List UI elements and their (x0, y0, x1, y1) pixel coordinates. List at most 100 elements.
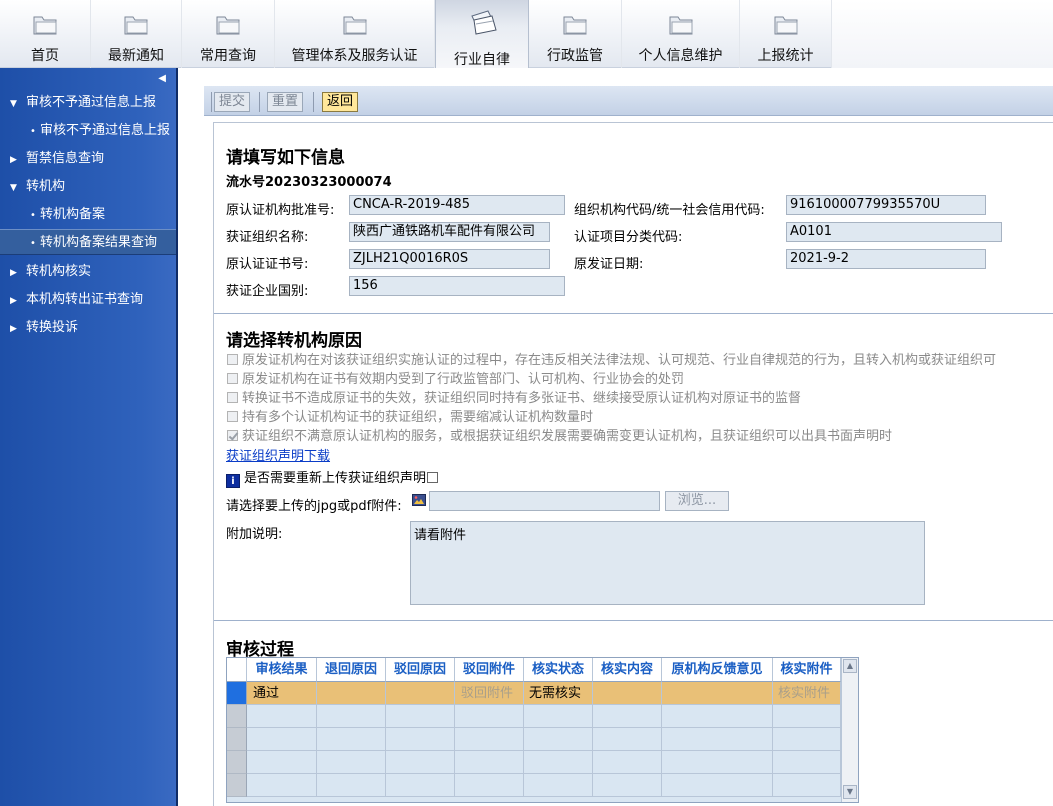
table-cell (455, 774, 524, 797)
tab-home[interactable]: 首页 (0, 0, 91, 68)
folder-icon (32, 12, 58, 36)
country-field[interactable]: 156 (349, 276, 565, 296)
row-selector[interactable] (227, 728, 247, 751)
tab-common-query[interactable]: 常用查询 (182, 0, 275, 68)
table-cell (386, 751, 455, 774)
reason-text: 原发证机构在证书有效期内受到了行政监管部门、认可机构、行业协会的处罚 (242, 372, 685, 387)
tab-management-system[interactable]: 管理体系及服务认证 (275, 0, 435, 68)
section-divider (214, 620, 1053, 621)
bullet-icon: • (30, 126, 36, 137)
column-header[interactable]: 驳回原因 (386, 658, 455, 682)
column-header[interactable]: 核实状态 (524, 658, 593, 682)
sidebar-group-transfer-verify[interactable]: ▶ 转机构核实 (0, 259, 176, 285)
orig-approval-field[interactable]: CNCA-R-2019-485 (349, 195, 565, 215)
upload-label: 请选择要上传的jpg或pdf附件: (226, 499, 402, 514)
tab-industry-self-discipline[interactable]: 行业自律 (435, 0, 529, 68)
tab-administrative-supervision[interactable]: 行政监管 (529, 0, 622, 68)
table-cell (386, 774, 455, 797)
sidebar-item-audit-report[interactable]: • 审核不予通过信息上报 (0, 118, 176, 144)
column-header[interactable]: 核实附件 (773, 658, 841, 682)
reject-attachment-link[interactable]: 驳回附件 (455, 682, 524, 705)
reason-checkbox-3[interactable]: 转换证书不造成原证书的失效，获证组织同时持有多张证书、继续接受原认证机构对原证书… (227, 387, 801, 406)
table-cell (773, 751, 841, 774)
table-cell (524, 705, 593, 728)
open-folder-icon (469, 8, 497, 35)
back-button[interactable]: 返回 (322, 92, 359, 112)
top-navigation: 首页 最新通知 常用查询 管理体系及服务认证 行业自律 行政监管 个人信息维护 (0, 0, 1053, 68)
column-header[interactable]: 原机构反馈意见 (662, 658, 773, 682)
info-icon: i (226, 474, 240, 488)
browse-button[interactable]: 浏览... (665, 491, 729, 511)
tab-latest-notice[interactable]: 最新通知 (91, 0, 182, 68)
reason-checkbox-4[interactable]: 持有多个认证机构证书的获证组织，需要缩减认证机构数量时 (227, 406, 593, 425)
file-path-input[interactable] (429, 491, 660, 511)
folder-icon (215, 12, 241, 36)
toolbar-separator (259, 92, 260, 112)
sidebar-item-transfer-filing-result[interactable]: • 转机构备案结果查询 (0, 229, 176, 255)
row-selector[interactable] (227, 705, 247, 728)
issue-date-field[interactable]: 2021-9-2 (786, 249, 986, 269)
column-header[interactable]: 退回原因 (317, 658, 386, 682)
org-name-field[interactable]: 陕西广通铁路机车配件有限公司 (349, 222, 550, 242)
note-textarea[interactable]: 请看附件 (410, 521, 925, 605)
sidebar-item-label: 转机构备案 (40, 207, 106, 222)
table-cell (455, 728, 524, 751)
verify-attachment-link[interactable]: 核实附件 (773, 682, 841, 705)
table-cell (386, 728, 455, 751)
table-cell (317, 682, 386, 705)
reason-checkbox-2[interactable]: 原发证机构在证书有效期内受到了行政监管部门、认可机构、行业协会的处罚 (227, 368, 684, 387)
cert-number-label: 原认证证书号: (226, 257, 309, 272)
table-cell (524, 751, 593, 774)
table-cell (247, 751, 317, 774)
tab-personal-info[interactable]: 个人信息维护 (622, 0, 740, 68)
table-cell (524, 728, 593, 751)
column-header[interactable]: 驳回附件 (455, 658, 524, 682)
reupload-checkbox[interactable] (427, 472, 439, 483)
serial-number: 流水号20230323000074 (226, 175, 392, 190)
column-header[interactable]: 审核结果 (247, 658, 317, 682)
tab-label: 上报统计 (757, 48, 814, 64)
tab-report-statistics[interactable]: 上报统计 (740, 0, 832, 68)
reason-checkbox-5[interactable]: 获证组织不满意原认证机构的服务，或根据获证组织发展需要确需变更认证机构，且获证组… (227, 425, 892, 444)
table-cell (662, 682, 773, 705)
tab-label: 个人信息维护 (638, 48, 723, 64)
table-cell (524, 774, 593, 797)
collapse-sidebar-icon[interactable]: ◀ (158, 73, 166, 84)
sidebar-group-audit-report[interactable]: ▼ 审核不予通过信息上报 (0, 90, 176, 116)
submit-button[interactable]: 提交 (214, 92, 251, 112)
transfer-form: 请填写如下信息 流水号20230323000074 原认证机构批准号: CNCA… (213, 122, 1053, 806)
table-header-corner (227, 658, 247, 682)
scroll-down-icon[interactable]: ▼ (843, 785, 857, 799)
sidebar-group-transfer[interactable]: ▼ 转机构 (0, 174, 176, 200)
row-selector[interactable] (227, 774, 247, 797)
chevron-down-icon: ▼ (10, 99, 17, 109)
row-selector[interactable] (227, 682, 247, 705)
scroll-up-icon[interactable]: ▲ (843, 659, 857, 673)
country-label: 获证企业国别: (226, 284, 309, 299)
reset-button[interactable]: 重置 (267, 92, 304, 112)
sidebar-group-outgoing-cert[interactable]: ▶ 本机构转出证书查询 (0, 287, 176, 313)
table-cell (662, 751, 773, 774)
table-cell (662, 728, 773, 751)
sidebar-group-transfer-complaint[interactable]: ▶ 转换投诉 (0, 315, 176, 341)
table-cell (317, 705, 386, 728)
sidebar-item-label: 审核不予通过信息上报 (40, 123, 171, 138)
sidebar-group-suspension-query[interactable]: ▶ 暂禁信息查询 (0, 146, 176, 172)
reason-checkbox-1[interactable]: 原发证机构在对该获证组织实施认证的过程中，存在违反相关法律法规、认可规范、行业自… (227, 349, 996, 368)
column-header[interactable]: 核实内容 (593, 658, 662, 682)
chevron-right-icon: ▶ (10, 324, 17, 334)
table-cell (386, 705, 455, 728)
org-code-field[interactable]: 91610000779935570U (786, 195, 986, 215)
bullet-icon: • (30, 238, 36, 249)
issue-date-label: 原发证日期: (574, 257, 644, 272)
cert-number-field[interactable]: ZJLH21Q0016R0S (349, 249, 550, 269)
row-selector[interactable] (227, 751, 247, 774)
statement-download-link[interactable]: 获证组织声明下载 (226, 445, 330, 464)
bullet-icon: • (30, 210, 36, 221)
chevron-right-icon: ▶ (10, 155, 17, 165)
tab-label: 行政监管 (547, 48, 603, 64)
sidebar-item-transfer-filing[interactable]: • 转机构备案 (0, 202, 176, 228)
category-code-field[interactable]: A0101 (786, 222, 1002, 242)
chevron-right-icon: ▶ (10, 296, 17, 306)
table-vertical-scrollbar[interactable]: ▲ ▼ (841, 658, 858, 802)
